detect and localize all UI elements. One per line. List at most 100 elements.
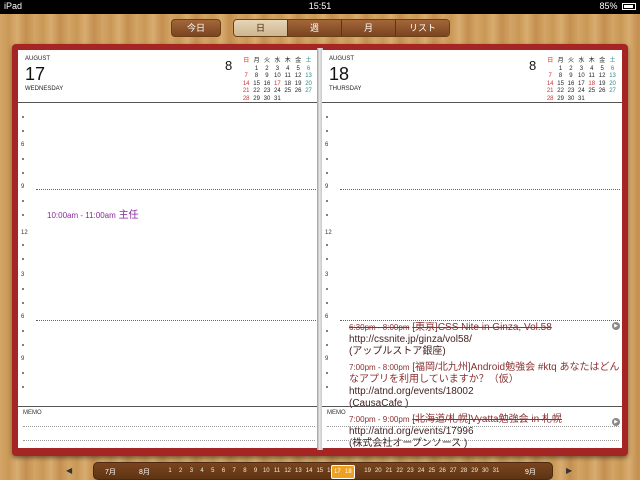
- mini-calendar-day[interactable]: 1: [555, 66, 565, 74]
- mini-calendar-day[interactable]: 10: [272, 73, 282, 81]
- mini-calendar-day[interactable]: 24: [272, 88, 282, 96]
- mini-calendar-day[interactable]: 17: [272, 81, 282, 89]
- timeline-selection[interactable]: 17 18: [331, 465, 355, 479]
- mini-calendar-day[interactable]: 12: [293, 73, 303, 81]
- mini-calendar-day[interactable]: 25: [587, 88, 597, 96]
- timeline-day[interactable]: 7: [229, 468, 239, 474]
- mini-calendar-day[interactable]: 7: [545, 73, 555, 81]
- timeline-day[interactable]: 13: [293, 468, 303, 474]
- memo-line[interactable]: [327, 426, 619, 427]
- timeline-day[interactable]: 23: [405, 468, 415, 474]
- memo-line[interactable]: [23, 440, 315, 441]
- mini-calendar-day[interactable]: 2: [566, 66, 576, 74]
- mini-calendar-day[interactable]: 9: [262, 73, 272, 81]
- memo-line[interactable]: [23, 426, 315, 427]
- timeline-day[interactable]: 30: [480, 468, 490, 474]
- timeline-next-month[interactable]: 9月: [525, 467, 536, 477]
- today-button[interactable]: 今日: [171, 19, 221, 37]
- mini-calendar-day[interactable]: 2: [262, 66, 272, 74]
- timeline-day[interactable]: 10: [261, 468, 271, 474]
- mini-calendar-day[interactable]: 26: [597, 88, 607, 96]
- tab-week[interactable]: 週: [287, 20, 341, 36]
- timeline-day[interactable]: 4: [197, 468, 207, 474]
- mini-calendar-day[interactable]: 23: [566, 88, 576, 96]
- mini-calendar-day[interactable]: 19: [597, 81, 607, 89]
- mini-calendar-day[interactable]: 18: [587, 81, 597, 89]
- mini-calendar-day[interactable]: 7: [241, 73, 251, 81]
- timeline-day[interactable]: 11: [272, 468, 282, 474]
- timeline-day[interactable]: 15: [315, 468, 325, 474]
- mini-calendar-day[interactable]: 22: [555, 88, 565, 96]
- timeline-day[interactable]: 31: [491, 468, 501, 474]
- mini-calendar-day[interactable]: 26: [293, 88, 303, 96]
- mini-calendar-day[interactable]: 1: [251, 66, 261, 74]
- timeline-day[interactable]: 12: [283, 468, 293, 474]
- event-item[interactable]: 7:00pm - 8:00pm [福岡/北九州]Android勉強会 #ktq …: [349, 362, 621, 410]
- timeline-day[interactable]: 27: [448, 468, 458, 474]
- mini-calendar-day[interactable]: 4: [283, 66, 293, 74]
- timeline-current-month[interactable]: 8月: [139, 467, 150, 477]
- mini-calendar-day[interactable]: 5: [293, 66, 303, 74]
- mini-calendar-day[interactable]: 13: [607, 73, 617, 81]
- timeline-day[interactable]: 22: [395, 468, 405, 474]
- mini-calendar-day[interactable]: 22: [251, 88, 261, 96]
- timeline-day[interactable]: 9: [251, 468, 261, 474]
- mini-calendar-day[interactable]: 11: [587, 73, 597, 81]
- mini-calendar[interactable]: 日月火水木金土 1 2 3 4 5 6 7 8 9 10 11 12 13 14 15 16 17 18 19 20 21…: [545, 58, 618, 103]
- timeline-day[interactable]: 1: [165, 468, 175, 474]
- mini-calendar-day[interactable]: 8: [555, 73, 565, 81]
- date-timeline[interactable]: 7月 8月 1234567891011121314151619202122232…: [93, 462, 553, 480]
- timeline-day[interactable]: 19: [363, 468, 373, 474]
- mini-calendar-day[interactable]: 14: [241, 81, 251, 89]
- timeline-day[interactable]: 24: [416, 468, 426, 474]
- next-arrow-icon[interactable]: ▶: [566, 466, 572, 475]
- mini-calendar-day[interactable]: 13: [303, 73, 313, 81]
- mini-calendar-day[interactable]: 19: [293, 81, 303, 89]
- mini-calendar-day[interactable]: 15: [251, 81, 261, 89]
- mini-calendar-day[interactable]: 21: [545, 88, 555, 96]
- mini-calendar-day[interactable]: 10: [576, 73, 586, 81]
- memo-line[interactable]: [327, 440, 619, 441]
- mini-calendar-day[interactable]: 6: [303, 66, 313, 74]
- event-item[interactable]: 6:30pm - 8:00pm [東京]CSS Nite in Ginza, V…: [349, 322, 621, 358]
- mini-calendar-day[interactable]: 25: [283, 88, 293, 96]
- timeline-day[interactable]: 8: [240, 468, 250, 474]
- day-page-left[interactable]: AUGUST 17 WEDNESDAY 8 日月火水木金土 1 2 3 4 5 6 7 8 9 10…: [18, 50, 318, 448]
- mini-calendar-day[interactable]: 9: [566, 73, 576, 81]
- timeline-prev-month[interactable]: 7月: [105, 467, 116, 477]
- mini-calendar-day[interactable]: 8: [251, 73, 261, 81]
- timeline-day[interactable]: 5: [208, 468, 218, 474]
- event-url[interactable]: http://atnd.org/events/18002: [349, 386, 474, 397]
- timeline-day[interactable]: 26: [438, 468, 448, 474]
- mini-calendar-day[interactable]: 14: [545, 81, 555, 89]
- disclosure-arrow-icon[interactable]: ▶: [612, 322, 620, 330]
- tab-list[interactable]: リスト: [395, 20, 449, 36]
- mini-calendar-day[interactable]: 15: [555, 81, 565, 89]
- timeline-day[interactable]: 25: [427, 468, 437, 474]
- timeline-day[interactable]: 21: [384, 468, 394, 474]
- mini-calendar-day[interactable]: 27: [303, 88, 313, 96]
- tab-day[interactable]: 日: [234, 20, 287, 36]
- mini-calendar-day[interactable]: 20: [607, 81, 617, 89]
- mini-calendar-day[interactable]: 16: [566, 81, 576, 89]
- mini-calendar-day[interactable]: 3: [272, 66, 282, 74]
- mini-calendar-day[interactable]: 6: [607, 66, 617, 74]
- mini-calendar-day[interactable]: 11: [283, 73, 293, 81]
- prev-arrow-icon[interactable]: ◀: [66, 466, 72, 475]
- mini-calendar-day[interactable]: 4: [587, 66, 597, 74]
- mini-calendar-day[interactable]: 27: [607, 88, 617, 96]
- mini-calendar-day[interactable]: 3: [576, 66, 586, 74]
- timeline-day[interactable]: 29: [470, 468, 480, 474]
- timeline-day[interactable]: 28: [459, 468, 469, 474]
- event-item[interactable]: 7:00pm - 9:00pm [北海道/札幌]Vyatta勉強会 in 札幌 …: [349, 414, 621, 448]
- tab-month[interactable]: 月: [341, 20, 395, 36]
- day-page-right[interactable]: AUGUST 18 THURSDAY 8 日月火水木金土 1 2 3 4 5 6 7 8 9 10 1…: [322, 50, 622, 448]
- mini-calendar-day[interactable]: 16: [262, 81, 272, 89]
- disclosure-arrow-icon[interactable]: ▶: [612, 418, 620, 426]
- mini-calendar-day[interactable]: 21: [241, 88, 251, 96]
- event-url[interactable]: http://atnd.org/events/17996: [349, 426, 474, 437]
- mini-calendar-day[interactable]: 23: [262, 88, 272, 96]
- timeline-day[interactable]: 2: [176, 468, 186, 474]
- mini-calendar-day[interactable]: 12: [597, 73, 607, 81]
- timeline-day[interactable]: 6: [219, 468, 229, 474]
